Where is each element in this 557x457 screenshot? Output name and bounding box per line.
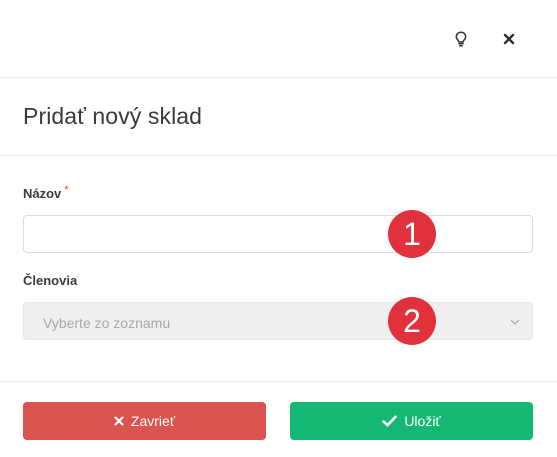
name-label: Názov * [23, 184, 69, 201]
lightbulb-icon [455, 31, 467, 47]
chevron-down-icon [510, 319, 520, 325]
members-select[interactable]: Vyberte zo zoznamu [23, 302, 533, 340]
members-label: Členovia [23, 273, 78, 288]
required-mark: * [64, 184, 69, 196]
close-modal-button[interactable] [497, 27, 521, 51]
modal-title: Pridať nový sklad [23, 103, 203, 129]
close-button[interactable]: Zavrieť [23, 402, 266, 440]
members-select-placeholder: Vyberte zo zoznamu [43, 315, 171, 331]
modal-topbar [0, 0, 557, 78]
close-button-label: Zavrieť [130, 413, 176, 429]
hint-button[interactable] [449, 27, 473, 51]
x-icon [114, 416, 124, 426]
save-button-label: Uložiť [404, 413, 441, 429]
checkmark-icon [382, 415, 398, 427]
close-icon [503, 33, 515, 45]
step-marker-2: 2 [388, 297, 436, 345]
name-input[interactable] [23, 215, 533, 253]
step-marker-1: 1 [388, 210, 436, 258]
name-label-text: Názov [23, 186, 62, 201]
save-button[interactable]: Uložiť [290, 402, 533, 440]
